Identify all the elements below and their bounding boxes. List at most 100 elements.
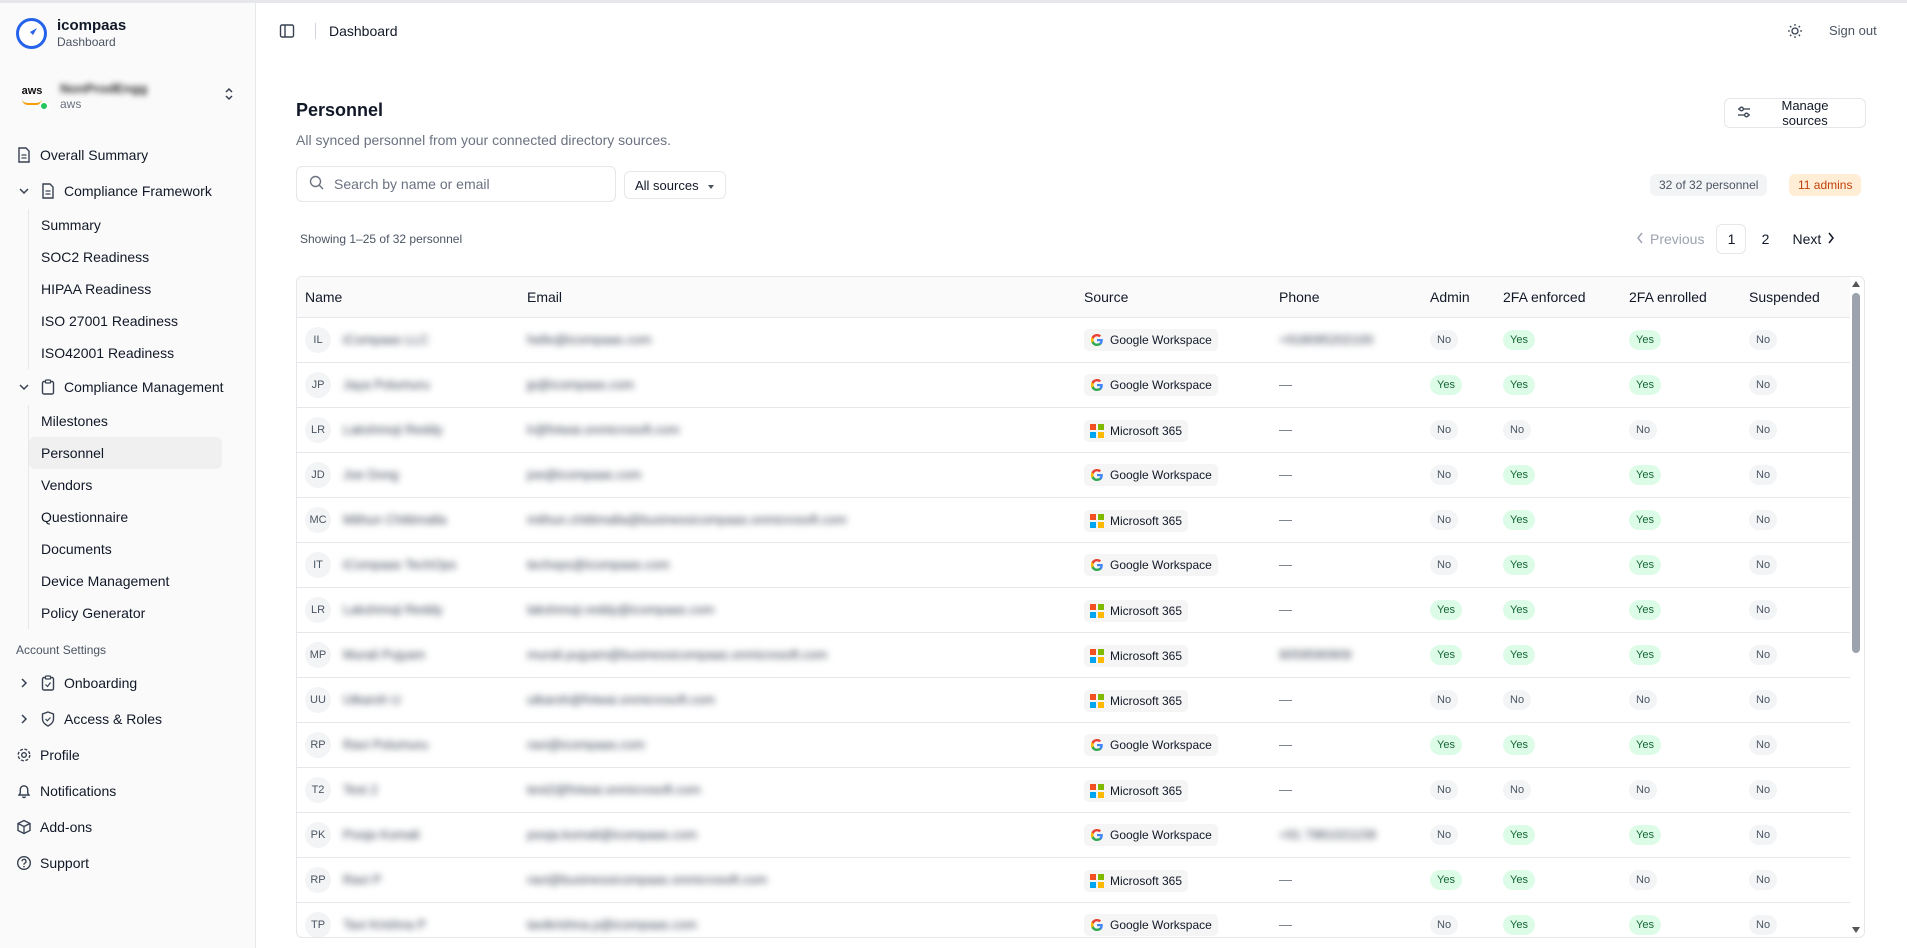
search-box[interactable] xyxy=(296,166,616,202)
sidebar-item-hipaa[interactable]: HIPAA Readiness xyxy=(29,273,222,305)
person-name: Pooja Komali xyxy=(343,827,420,842)
sidebar-item-support[interactable]: Support xyxy=(0,845,256,881)
page-2-button[interactable]: 2 xyxy=(1750,224,1780,254)
cell-suspended: No xyxy=(1741,677,1850,722)
sidebar-item-label: Access & Roles xyxy=(64,711,163,727)
column-header-email[interactable]: Email xyxy=(519,277,1076,317)
sidebar-item-notifications[interactable]: Notifications xyxy=(0,773,256,809)
account-switcher[interactable]: aws NonProdEngg aws xyxy=(14,77,240,115)
status-badge: No xyxy=(1503,689,1532,710)
table-row[interactable]: UU Utkarsh U utkarsh@fvtwai.onmicrosoft.… xyxy=(297,677,1850,722)
column-header-phone[interactable]: Phone xyxy=(1271,277,1422,317)
sidebar-item-overall-summary[interactable]: Overall Summary xyxy=(0,137,256,173)
file-icon xyxy=(16,147,32,163)
column-header-suspended[interactable]: Suspended xyxy=(1741,277,1850,317)
cell-2fa-enforced: Yes xyxy=(1495,542,1621,587)
cell-email: ravi@icompaas.com xyxy=(519,722,1076,767)
table-row[interactable]: RP Ravi P ravi@businessicompaas.onmicros… xyxy=(297,857,1850,902)
sidebar-item-questionnaire[interactable]: Questionnaire xyxy=(29,501,222,533)
status-badge: Yes xyxy=(1430,374,1462,395)
clipboard-icon xyxy=(40,379,56,395)
search-input[interactable] xyxy=(334,176,594,192)
avatar: MC xyxy=(305,506,331,533)
status-badge: Yes xyxy=(1503,329,1535,350)
table-row[interactable]: IT iCompaas TechOps techops@icompaas.com… xyxy=(297,542,1850,587)
cell-source: Microsoft 365 xyxy=(1076,587,1271,632)
table-scrollbar[interactable] xyxy=(1850,279,1862,935)
sidebar-item-label: Onboarding xyxy=(64,675,138,691)
previous-page-button[interactable]: Previous xyxy=(1628,224,1712,254)
cell-phone: 9059590909 xyxy=(1271,632,1422,677)
next-page-button[interactable]: Next xyxy=(1784,224,1843,254)
person-email: techops@icompaas.com xyxy=(527,557,670,572)
sidebar-item-policy-generator[interactable]: Policy Generator xyxy=(29,597,222,629)
sidebar-item-profile[interactable]: Profile xyxy=(0,737,256,773)
table-row[interactable]: LR Lakshmoji Reddy lakshmoji.reddy@icomp… xyxy=(297,587,1850,632)
scroll-down-arrow-icon[interactable] xyxy=(1852,927,1860,933)
table-row[interactable]: MP Murali Pujyam murali.pujyam@businessi… xyxy=(297,632,1850,677)
table-row[interactable]: JD Joe Dong joe@icompaas.com Google Work… xyxy=(297,452,1850,497)
sidebar-item-iso27001[interactable]: ISO 27001 Readiness xyxy=(29,305,222,337)
manage-sources-button[interactable]: Manage sources xyxy=(1724,98,1866,128)
account-name: NonProdEngg xyxy=(60,80,148,96)
table-row[interactable]: LR Lakshmoji Reddy lr@fvtwai.onmicrosoft… xyxy=(297,407,1850,452)
source-badge: Google Workspace xyxy=(1084,373,1218,396)
column-header-source[interactable]: Source xyxy=(1076,277,1271,317)
table-row[interactable]: MC Mithun Chittimalla mithun.chittimalla… xyxy=(297,497,1850,542)
table-row[interactable]: T2 Test 2 test2@fvtwai.onmicrosoft.com M… xyxy=(297,767,1850,812)
sliders-icon xyxy=(1737,105,1751,122)
sidebar-item-summary[interactable]: Summary xyxy=(29,209,222,241)
sidebar-toggle-icon[interactable] xyxy=(279,23,295,39)
cell-name: LR Lakshmoji Reddy xyxy=(297,587,519,632)
sidebar-item-personnel[interactable]: Personnel xyxy=(29,437,222,469)
sidebar-nav: Overall Summary Compliance Framework Sum… xyxy=(0,137,256,881)
scroll-up-arrow-icon[interactable] xyxy=(1852,281,1860,287)
status-badge: No xyxy=(1503,779,1532,800)
sidebar-item-device-management[interactable]: Device Management xyxy=(29,565,222,597)
cell-suspended: No xyxy=(1741,812,1850,857)
sidebar-item-label: Notifications xyxy=(40,783,117,799)
sidebar-item-onboarding[interactable]: Onboarding xyxy=(0,665,256,701)
clipboard-check-icon xyxy=(40,675,56,691)
sidebar-item-vendors[interactable]: Vendors xyxy=(29,469,222,501)
table-row[interactable]: PK Pooja Komali pooja.komali@icompaas.co… xyxy=(297,812,1850,857)
column-header-admin[interactable]: Admin xyxy=(1422,277,1495,317)
source-label: Microsoft 365 xyxy=(1110,873,1183,888)
table-row[interactable]: TP Tavi Krishna P tavikrishna.p@icompaas… xyxy=(297,902,1850,937)
sign-out-button[interactable]: Sign out xyxy=(1829,23,1877,38)
pagination: Previous 1 2 Next xyxy=(1628,224,1843,254)
search-icon xyxy=(309,175,324,193)
column-header-2fa-enforced[interactable]: 2FA enforced xyxy=(1495,277,1621,317)
cell-suspended: No xyxy=(1741,542,1850,587)
sidebar-group-compliance-management[interactable]: Compliance Management xyxy=(0,369,256,405)
sidebar-item-documents[interactable]: Documents xyxy=(29,533,222,565)
sidebar-item-iso42001[interactable]: ISO42001 Readiness xyxy=(29,337,222,369)
sidebar-item-addons[interactable]: Add-ons xyxy=(0,809,256,845)
person-email: utkarsh@fvtwai.onmicrosoft.com xyxy=(527,692,716,707)
page-1-button[interactable]: 1 xyxy=(1716,224,1747,254)
source-filter-select[interactable]: All sources xyxy=(624,171,726,199)
brand[interactable]: icompaas Dashboard xyxy=(16,13,126,53)
sidebar-item-access-roles[interactable]: Access & Roles xyxy=(0,701,256,737)
cell-suspended: No xyxy=(1741,587,1850,632)
table-row[interactable]: IL iCompaas LLC hello@icompaas.com Googl… xyxy=(297,317,1850,362)
table-row[interactable]: JP Jaya Polumuru jp@icompaas.com Google … xyxy=(297,362,1850,407)
sun-icon[interactable] xyxy=(1787,23,1803,39)
sidebar-group-compliance-framework[interactable]: Compliance Framework xyxy=(0,173,256,209)
column-header-2fa-enrolled[interactable]: 2FA enrolled xyxy=(1621,277,1741,317)
scroll-thumb[interactable] xyxy=(1852,293,1860,653)
sidebar-item-soc2[interactable]: SOC2 Readiness xyxy=(29,241,222,273)
cell-2fa-enrolled: Yes xyxy=(1621,452,1741,497)
header-divider xyxy=(315,23,316,39)
person-name: iCompaas LLC xyxy=(343,332,429,347)
table-row[interactable]: RP Ravi Polumuru ravi@icompaas.com Googl… xyxy=(297,722,1850,767)
cell-2fa-enrolled: No xyxy=(1621,407,1741,452)
column-header-name[interactable]: Name xyxy=(297,277,519,317)
avatar: UU xyxy=(305,686,331,713)
status-badge: Yes xyxy=(1629,374,1661,395)
sidebar-item-label: Support xyxy=(40,855,90,871)
sidebar-item-milestones[interactable]: Milestones xyxy=(29,405,222,437)
cell-suspended: No xyxy=(1741,857,1850,902)
status-badge: Yes xyxy=(1503,914,1535,935)
status-badge: No xyxy=(1430,464,1459,485)
